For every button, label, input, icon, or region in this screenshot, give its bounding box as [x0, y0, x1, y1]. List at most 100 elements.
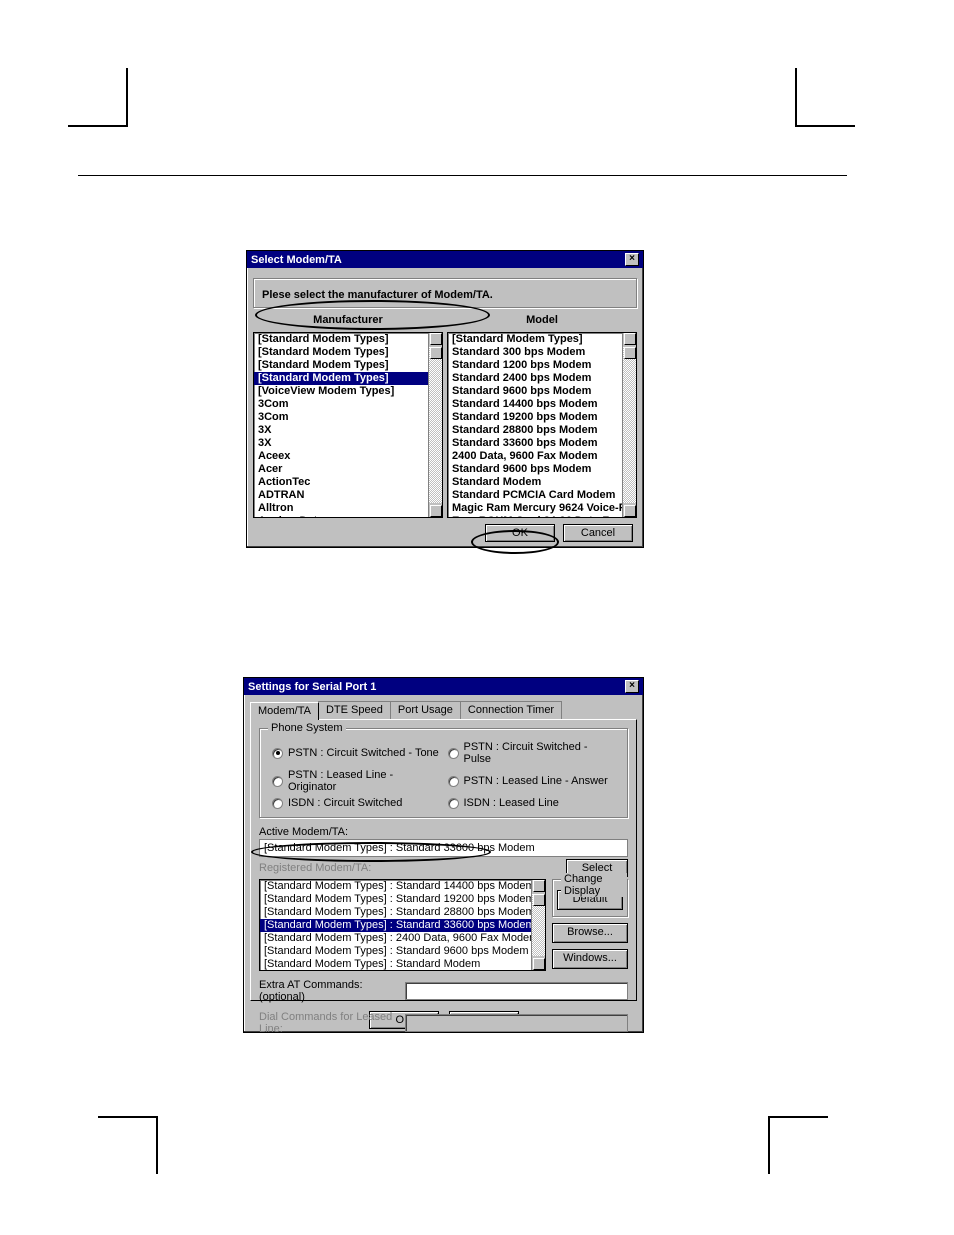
- list-item[interactable]: [Standard Modem Types] : Standard 33600 …: [260, 919, 545, 932]
- phone-option[interactable]: ISDN : Circuit Switched: [268, 795, 444, 811]
- scroll-down-icon[interactable]: [624, 505, 636, 517]
- scrollbar[interactable]: [428, 333, 442, 517]
- phone-option-label: ISDN : Circuit Switched: [288, 797, 402, 809]
- phone-option-label: PSTN : Circuit Switched - Tone: [288, 747, 439, 759]
- select-modem-instruction: Plese select the manufacturer of Modem/T…: [262, 289, 628, 301]
- scroll-thumb[interactable]: [430, 347, 442, 359]
- list-item[interactable]: Standard 28800 bps Modem: [448, 424, 636, 437]
- scroll-thumb[interactable]: [624, 347, 636, 359]
- dial-commands-input: [405, 1014, 628, 1032]
- browse-button[interactable]: Browse...: [552, 923, 628, 943]
- list-item[interactable]: [Standard Modem Types] : Standard 9600 b…: [260, 945, 545, 958]
- list-item[interactable]: [Standard Modem Types] : Standard 28800 …: [260, 906, 545, 919]
- list-item[interactable]: ActionTec: [254, 476, 442, 489]
- list-item[interactable]: 2400 Data, 9600 Fax Modem: [448, 450, 636, 463]
- radio-icon[interactable]: [448, 798, 459, 809]
- scroll-up-icon[interactable]: [430, 333, 442, 345]
- scroll-up-icon[interactable]: [533, 880, 545, 892]
- serial-settings-titlebar[interactable]: Settings for Serial Port 1 ×: [244, 678, 643, 695]
- extra-at-input[interactable]: [405, 982, 628, 1000]
- radio-icon[interactable]: [272, 748, 283, 759]
- list-item[interactable]: [Standard Modem Types] : Standard 14400 …: [260, 880, 545, 893]
- scroll-up-icon[interactable]: [624, 333, 636, 345]
- list-item[interactable]: Standard 33600 bps Modem: [448, 437, 636, 450]
- list-item[interactable]: [Standard Modem Types] : Standard 19200 …: [260, 893, 545, 906]
- radio-icon[interactable]: [448, 776, 459, 787]
- radio-icon[interactable]: [272, 776, 283, 787]
- scrollbar[interactable]: [622, 333, 636, 517]
- radio-icon[interactable]: [448, 748, 459, 759]
- phone-option-label: PSTN : Circuit Switched - Pulse: [464, 741, 616, 765]
- registered-label: Registered Modem/TA:: [259, 862, 566, 874]
- list-item[interactable]: Anchor Datacomm: [254, 515, 442, 518]
- list-item[interactable]: Standard 9600 bps Modem: [448, 385, 636, 398]
- list-item[interactable]: Standard 2400 bps Modem: [448, 372, 636, 385]
- manufacturer-list[interactable]: [Standard Modem Types][Standard Modem Ty…: [253, 332, 443, 518]
- list-item[interactable]: Standard 19200 bps Modem: [448, 411, 636, 424]
- phone-option[interactable]: PSTN : Leased Line - Originator: [268, 767, 444, 795]
- phone-option-label: ISDN : Leased Line: [464, 797, 559, 809]
- tab-dte-speed[interactable]: DTE Speed: [318, 701, 391, 719]
- phone-option[interactable]: ISDN : Leased Line: [444, 795, 620, 811]
- manufacturer-header: Manufacturer: [253, 314, 443, 326]
- list-item[interactable]: Standard Modem: [448, 476, 636, 489]
- active-modem-label: Active Modem/TA:: [259, 826, 628, 838]
- windows-button[interactable]: Windows...: [552, 949, 628, 969]
- phone-option[interactable]: PSTN : Leased Line - Answer: [444, 767, 620, 795]
- list-item[interactable]: Standard 1200 bps Modem: [448, 359, 636, 372]
- list-item[interactable]: Standard PCMCIA Card Modem: [448, 489, 636, 502]
- model-list[interactable]: [Standard Modem Types]Standard 300 bps M…: [447, 332, 637, 518]
- tab-connection-timer[interactable]: Connection Timer: [460, 701, 562, 719]
- list-item[interactable]: [Standard Modem Types] : 2400 Data, 9600…: [260, 932, 545, 945]
- close-icon[interactable]: ×: [625, 680, 639, 693]
- list-item[interactable]: Standard 9600 bps Modem: [448, 463, 636, 476]
- active-modem-value: [Standard Modem Types] : Standard 33600 …: [259, 839, 628, 857]
- list-item[interactable]: [Standard Modem Types] : Standard Modem: [260, 958, 545, 971]
- phone-option[interactable]: PSTN : Circuit Switched - Pulse: [444, 739, 620, 767]
- list-item[interactable]: 3X: [254, 424, 442, 437]
- select-modem-title: Select Modem/TA: [251, 254, 342, 266]
- list-item[interactable]: [VoiceView Modem Types]: [254, 385, 442, 398]
- scroll-down-icon[interactable]: [430, 505, 442, 517]
- serial-settings-title: Settings for Serial Port 1: [248, 681, 376, 693]
- list-item[interactable]: [Standard Modem Types]: [254, 346, 442, 359]
- list-item[interactable]: [Standard Modem Types]: [254, 333, 442, 346]
- close-icon[interactable]: ×: [625, 253, 639, 266]
- change-display-legend: Change Display: [561, 873, 627, 897]
- list-item[interactable]: [Standard Modem Types]: [448, 333, 636, 346]
- phone-option-label: PSTN : Leased Line - Originator: [288, 769, 440, 793]
- ok-button[interactable]: OK: [485, 524, 555, 542]
- tab-modem-ta[interactable]: Modem/TA: [250, 702, 319, 720]
- list-item[interactable]: Standard 300 bps Modem: [448, 346, 636, 359]
- list-item[interactable]: Aceex: [254, 450, 442, 463]
- tab-port-usage[interactable]: Port Usage: [390, 701, 461, 719]
- phone-system-legend: Phone System: [268, 722, 346, 734]
- dial-commands-label: Dial Commands for Leased Line:: [259, 1011, 399, 1035]
- list-item[interactable]: Magic Ram Mercury 9624 Voice-Fax: [448, 502, 636, 515]
- list-item[interactable]: Alltron: [254, 502, 442, 515]
- list-item[interactable]: 3Com: [254, 398, 442, 411]
- scroll-down-icon[interactable]: [533, 958, 545, 970]
- select-modem-titlebar[interactable]: Select Modem/TA ×: [247, 251, 643, 268]
- list-item[interactable]: ADTRAN: [254, 489, 442, 502]
- list-item[interactable]: Standard 14400 bps Modem: [448, 398, 636, 411]
- tab-modem-ta: Phone System PSTN : Circuit Switched - T…: [250, 719, 637, 1001]
- list-item[interactable]: 3X: [254, 437, 442, 450]
- phone-option[interactable]: PSTN : Circuit Switched - Tone: [268, 739, 444, 767]
- select-modem-dialog: Select Modem/TA × x Plese select the man…: [246, 250, 644, 548]
- list-item[interactable]: [Standard Modem Types]: [254, 359, 442, 372]
- tab-strip: Modem/TADTE SpeedPort UsageConnection Ti…: [244, 695, 643, 719]
- page-rule: [78, 175, 847, 176]
- list-item[interactable]: Acer: [254, 463, 442, 476]
- list-item[interactable]: 3Com: [254, 411, 442, 424]
- extra-at-label: Extra AT Commands: (optional): [259, 979, 399, 1003]
- radio-icon[interactable]: [272, 798, 283, 809]
- scrollbar[interactable]: [531, 880, 545, 970]
- list-item[interactable]: [Standard Modem Types]: [254, 372, 442, 385]
- registered-modem-list[interactable]: [Standard Modem Types] : Standard 14400 …: [259, 879, 546, 971]
- list-item[interactable]: Exar ROHM Card 24-96 Data-Fax: [448, 515, 636, 518]
- phone-option-label: PSTN : Leased Line - Answer: [464, 775, 608, 787]
- serial-settings-dialog: Settings for Serial Port 1 × Modem/TADTE…: [243, 677, 644, 1033]
- scroll-thumb[interactable]: [533, 894, 545, 906]
- cancel-button[interactable]: Cancel: [563, 524, 633, 542]
